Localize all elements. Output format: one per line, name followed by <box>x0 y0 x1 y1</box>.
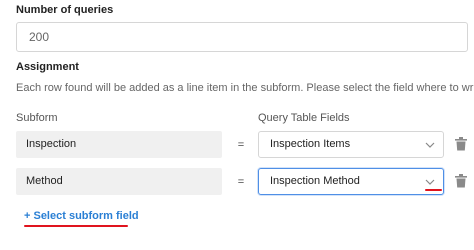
query-field-select-method[interactable]: Inspection Method <box>258 168 444 195</box>
query-field-select-inspection[interactable]: Inspection Items <box>258 131 444 158</box>
query-table-fields-column-header: Query Table Fields <box>258 112 350 124</box>
chevron-down-icon <box>425 142 435 148</box>
highlight-underline <box>24 225 128 227</box>
subform-cell-method: Method <box>16 168 222 195</box>
select-subform-field-link[interactable]: + Select subform field <box>24 210 139 222</box>
equals-sign: = <box>237 139 245 151</box>
query-field-select-value: Inspection Method <box>270 175 360 187</box>
chevron-down-icon <box>425 179 435 185</box>
equals-sign: = <box>237 176 245 188</box>
trash-icon[interactable] <box>455 174 467 188</box>
trash-icon[interactable] <box>455 137 467 151</box>
number-of-queries-label: Number of queries <box>16 4 114 16</box>
assignment-hint: Each row found will be added as a line i… <box>16 82 474 94</box>
assignment-title: Assignment <box>16 61 79 73</box>
highlight-underline <box>425 189 442 191</box>
number-of-queries-input[interactable]: 200 <box>16 22 468 52</box>
subform-column-header: Subform <box>16 112 58 124</box>
query-field-select-value: Inspection Items <box>270 138 351 150</box>
subform-cell-inspection: Inspection <box>16 131 222 158</box>
